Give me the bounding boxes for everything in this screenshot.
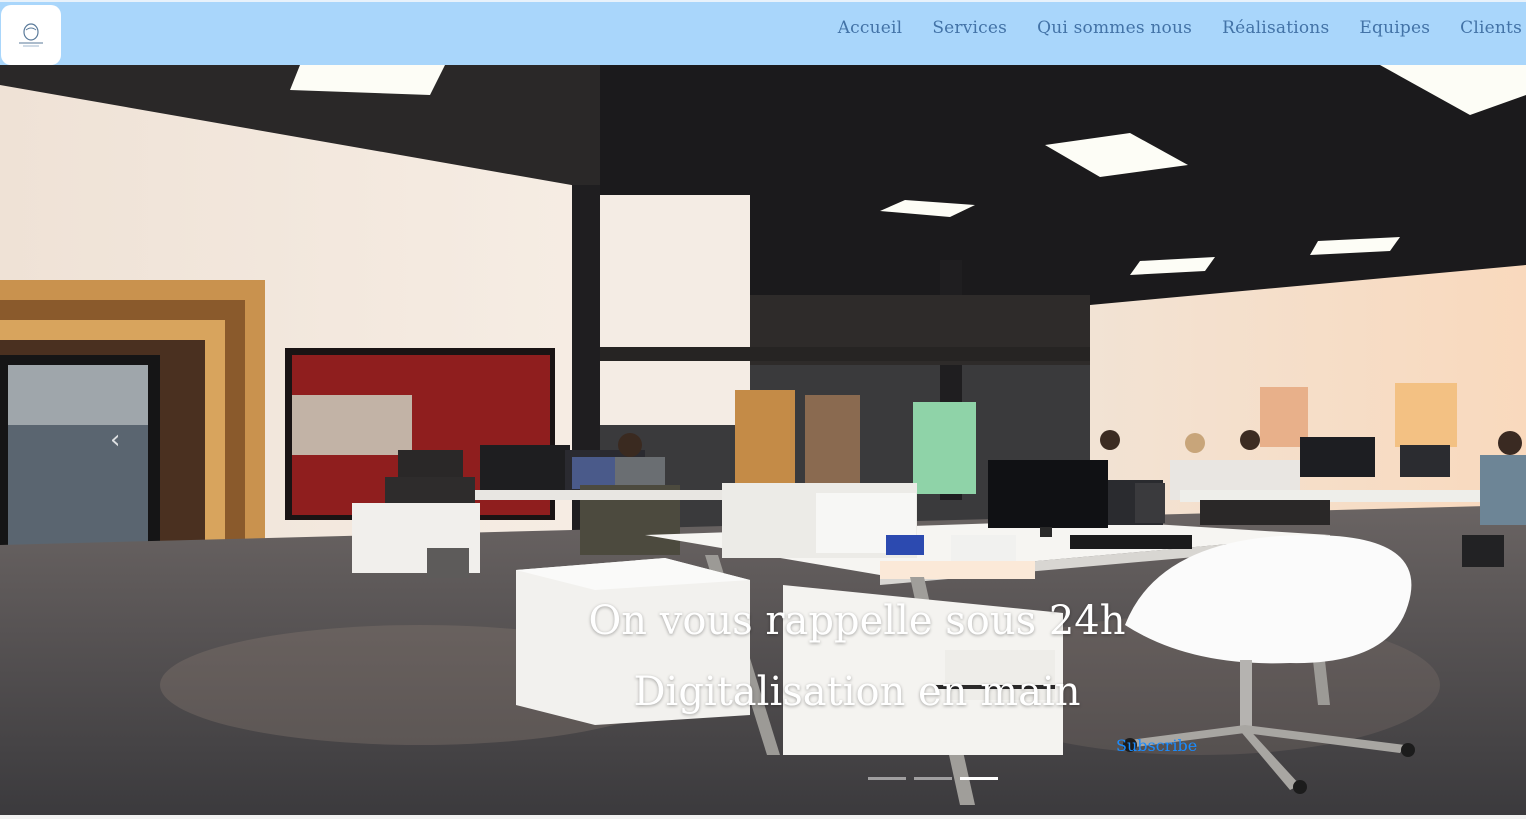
logo-icon — [19, 23, 43, 47]
hero-caption-line2: Digitalisation en main — [633, 669, 1081, 715]
carousel-indicator-2[interactable] — [914, 777, 952, 780]
hero-carousel: ‹ On vous rappelle sous 24h Digitalisati… — [0, 65, 1526, 815]
hero-caption-line1: On vous rappelle sous 24h — [588, 598, 1126, 644]
nav-link-equipes[interactable]: Equipes — [1344, 18, 1445, 38]
nav-links: Accueil Services Qui sommes nous Réalisa… — [823, 18, 1522, 38]
nav-link-qui-sommes-nous[interactable]: Qui sommes nous — [1022, 18, 1207, 38]
logo[interactable] — [1, 5, 61, 65]
subscribe-link[interactable]: Subscribe — [0, 736, 1216, 755]
carousel-indicators — [868, 777, 998, 780]
nav-link-services[interactable]: Services — [917, 18, 1022, 38]
chevron-left-icon: ‹ — [110, 425, 121, 455]
page: Accueil Services Qui sommes nous Réalisa… — [0, 0, 1526, 819]
navbar: Accueil Services Qui sommes nous Réalisa… — [0, 0, 1526, 65]
nav-link-accueil[interactable]: Accueil — [823, 18, 918, 38]
nav-link-realisations[interactable]: Réalisations — [1207, 18, 1344, 38]
carousel-indicator-3[interactable] — [960, 777, 998, 780]
carousel-indicator-1[interactable] — [868, 777, 906, 780]
carousel-prev-control[interactable]: ‹ — [110, 425, 140, 455]
nav-link-clients[interactable]: Clients — [1445, 18, 1522, 38]
page-bottom-divider — [0, 815, 1526, 819]
